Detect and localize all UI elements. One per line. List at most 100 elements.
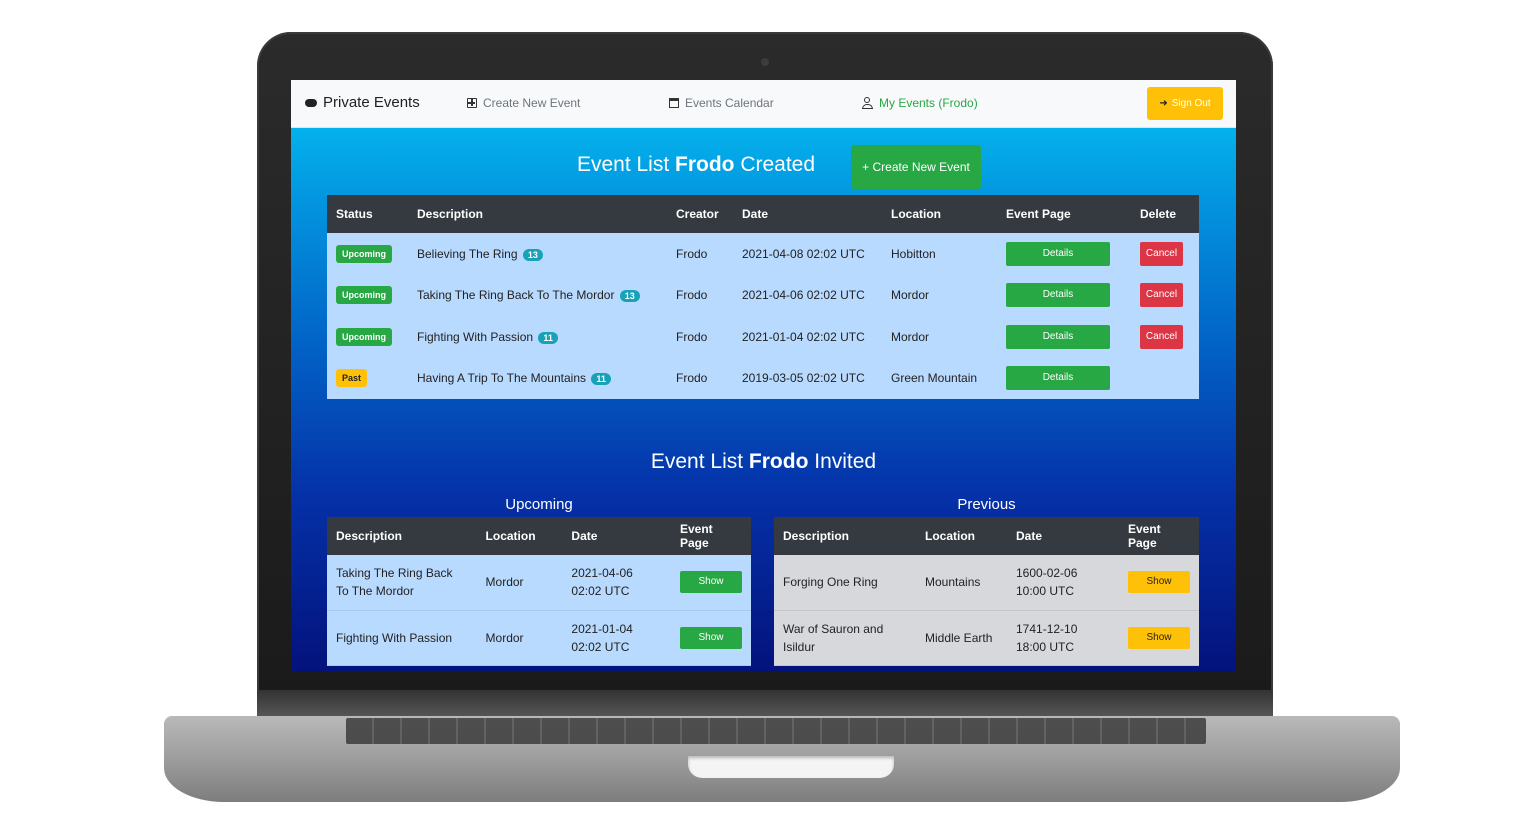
cancel-button[interactable]: Cancel: [1140, 324, 1183, 349]
app-screen: Private Events Create New Event Events C…: [291, 80, 1236, 672]
laptop-keyboard: [346, 718, 1206, 744]
create-new-event-button[interactable]: + Create New Event: [851, 145, 981, 189]
table-row: War of Sauron and Isildur Middle Earth 1…: [774, 610, 1199, 665]
header-date: Date: [571, 529, 598, 543]
event-location: Hobitton: [891, 246, 936, 261]
plus-square-icon: [467, 98, 477, 108]
upcoming-subtitle: Upcoming: [505, 496, 573, 513]
header-location: Location: [925, 529, 975, 543]
event-description: Taking The Ring Back To The Mordor: [417, 288, 615, 303]
header-event-page: Event Page: [680, 522, 713, 550]
created-table-header: Status Description Creator Date Location…: [327, 195, 1199, 233]
event-creator: Frodo: [676, 288, 708, 303]
sign-out-icon: ➜: [1159, 98, 1168, 109]
event-creator: Frodo: [676, 246, 708, 261]
attendee-count-badge: 13: [522, 248, 543, 261]
header-status: Status: [336, 207, 373, 221]
event-date: 2021-04-06 02:02 UTC: [571, 566, 633, 599]
event-description: Having A Trip To The Mountains: [417, 371, 586, 386]
header-description: Description: [783, 529, 850, 543]
header-delete: Delete: [1140, 207, 1177, 221]
created-section-title: Event List Frodo Created: [551, 153, 841, 177]
user-icon: [862, 97, 873, 109]
header-date: Date: [1016, 529, 1043, 543]
event-location: Mordor: [891, 329, 930, 344]
created-title-prefix: Event List: [576, 153, 676, 176]
upcoming-table-header: Description Location Date Event Page: [327, 517, 751, 555]
table-row: Forging One Ring Mountains 1600-02-06 10…: [774, 555, 1199, 610]
header-description: Description: [336, 529, 403, 543]
cancel-button[interactable]: Cancel: [1140, 241, 1183, 266]
header-event-page: Event Page: [1006, 207, 1071, 221]
event-date: 2021-04-08 02:02 UTC: [742, 246, 865, 261]
navbar: Private Events Create New Event Events C…: [291, 80, 1236, 128]
status-badge: Upcoming: [336, 327, 392, 346]
event-pill-icon: [305, 98, 317, 107]
previous-subtitle: Previous: [957, 496, 1016, 513]
event-date: 1741-12-10 18:00 UTC: [1016, 621, 1078, 654]
event-location: Middle Earth: [925, 630, 993, 645]
header-date: Date: [742, 207, 769, 221]
event-description: Believing The Ring: [417, 246, 518, 261]
laptop-hinge: [257, 690, 1273, 716]
brand-label: Private Events: [323, 94, 420, 111]
nav-events-calendar-label: Events Calendar: [685, 96, 774, 110]
event-description: Taking The Ring Back To The Mordor: [336, 566, 453, 599]
brand-link[interactable]: Private Events: [305, 94, 420, 111]
sign-out-button[interactable]: ➜ Sign Out: [1147, 87, 1223, 120]
table-row: Taking The Ring Back To The Mordor Mordo…: [327, 555, 751, 610]
invited-upcoming-table: Description Location Date Event Page Tak…: [327, 517, 751, 666]
created-title-name: Frodo: [675, 153, 735, 176]
nav-my-events-label: My Events (Frodo): [879, 96, 978, 110]
invited-previous-table: Description Location Date Event Page For…: [774, 517, 1199, 666]
nav-my-events[interactable]: My Events (Frodo): [862, 96, 978, 110]
event-date: 2021-01-04 02:02 UTC: [571, 621, 633, 654]
show-button[interactable]: Show: [1128, 626, 1190, 649]
created-title-suffix: Created: [734, 153, 816, 176]
status-badge: Past: [336, 369, 368, 388]
table-row: Past Having A Trip To The Mountains 11 F…: [327, 357, 1199, 400]
cancel-button[interactable]: Cancel: [1140, 283, 1183, 308]
show-button[interactable]: Show: [680, 626, 742, 649]
nav-events-calendar[interactable]: Events Calendar: [669, 96, 774, 110]
event-location: Mordor: [485, 630, 524, 645]
empty-delete-cell: [1131, 358, 1199, 400]
event-description: Forging One Ring: [783, 575, 878, 590]
nav-create-event[interactable]: Create New Event: [467, 96, 580, 110]
sign-out-label: Sign Out: [1171, 98, 1211, 109]
table-row: Upcoming Believing The Ring 13 Frodo 202…: [327, 233, 1199, 275]
event-creator: Frodo: [676, 371, 708, 386]
details-button[interactable]: Details: [1006, 283, 1110, 308]
header-event-page: Event Page: [1128, 522, 1161, 550]
event-description: War of Sauron and Isildur: [783, 621, 884, 654]
details-button[interactable]: Details: [1006, 366, 1110, 391]
nav-create-event-label: Create New Event: [483, 96, 581, 110]
show-button[interactable]: Show: [1128, 571, 1190, 594]
status-badge: Upcoming: [336, 244, 392, 263]
header-description: Description: [417, 207, 484, 221]
header-creator: Creator: [676, 207, 719, 221]
attendee-count-badge: 13: [619, 290, 640, 303]
event-description: Fighting With Passion: [417, 329, 534, 344]
event-date: 1600-02-06 10:00 UTC: [1016, 566, 1078, 599]
event-location: Green Mountain: [891, 371, 978, 386]
previous-table-header: Description Location Date Event Page: [774, 517, 1199, 555]
table-row: Upcoming Fighting With Passion 11 Frodo …: [327, 316, 1199, 358]
attendee-count-badge: 11: [591, 373, 611, 386]
header-location: Location: [485, 529, 536, 543]
calendar-icon: [669, 98, 679, 108]
header-location: Location: [891, 207, 941, 221]
invited-title-name: Frodo: [748, 450, 809, 473]
event-location: Mordor: [485, 575, 524, 590]
camera-icon: [761, 58, 769, 66]
table-row: Fighting With Passion Mordor 2021-01-04 …: [327, 610, 751, 665]
details-button[interactable]: Details: [1006, 324, 1110, 349]
invited-title-prefix: Event List: [650, 450, 749, 473]
event-creator: Frodo: [676, 329, 708, 344]
event-location: Mordor: [891, 288, 930, 303]
show-button[interactable]: Show: [680, 571, 742, 594]
event-date: 2019-03-05 02:02 UTC: [742, 371, 865, 386]
details-button[interactable]: Details: [1006, 241, 1110, 266]
event-location: Mountains: [925, 575, 981, 590]
event-date: 2021-01-04 02:02 UTC: [742, 329, 865, 344]
